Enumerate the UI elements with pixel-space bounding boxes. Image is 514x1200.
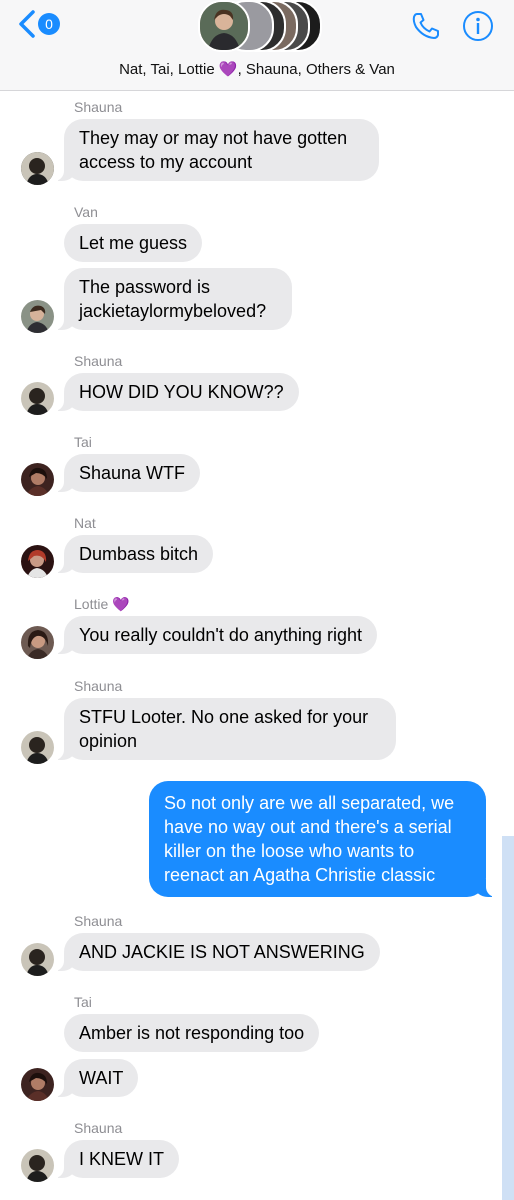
message-bubble[interactable]: Dumbass bitch <box>51 535 214 573</box>
avatar[interactable] <box>21 943 54 976</box>
message-bubble[interactable]: HOW DID YOU KNOW?? <box>52 373 299 411</box>
sender-name: Shauna <box>74 913 123 929</box>
group-name-members: Nat, Tai, Lottie <box>119 61 219 78</box>
group-avatar-stack[interactable] <box>198 0 322 52</box>
avatar[interactable] <box>21 626 54 659</box>
info-icon[interactable] <box>462 10 494 42</box>
sender-name: Shauna <box>74 678 123 694</box>
message-list[interactable]: Shauna They may or may not have gotten a… <box>0 91 514 1200</box>
avatar[interactable] <box>21 545 54 578</box>
message-bubble[interactable]: They may or may not have gotten access t… <box>52 119 379 181</box>
group-name[interactable]: Nat, Tai, Lottie 💜, Shauna, Others & Van <box>0 60 514 78</box>
message-bubble[interactable]: AND JACKIE IS NOT ANSWERING <box>52 933 380 971</box>
sender-name: Shauna <box>74 353 123 369</box>
purple-heart-emoji: 💜 <box>112 596 130 612</box>
group-name-rest: , Shauna, Others & Van <box>237 61 395 78</box>
conversation-header: 0 Nat, Tai, Lottie 💜, Shauna, Others & V… <box>0 0 514 91</box>
avatar[interactable] <box>21 382 54 415</box>
avatar[interactable] <box>21 1068 54 1101</box>
message-bubble[interactable]: Amber is not responding too <box>64 1014 320 1052</box>
unread-badge: 0 <box>38 13 60 35</box>
avatar[interactable] <box>21 1149 54 1182</box>
message-bubble[interactable]: The password is jackietaylormybeloved? <box>52 268 292 330</box>
chevron-left-icon <box>19 10 35 38</box>
avatar[interactable] <box>21 152 54 185</box>
sender-name: Tai <box>74 994 92 1010</box>
sender-name: Tai <box>74 434 92 450</box>
message-bubble[interactable]: You really couldn't do anything right <box>52 616 377 654</box>
avatar[interactable] <box>21 463 54 496</box>
sender-name: Van <box>74 204 98 220</box>
message-bubble[interactable]: WAIT <box>51 1059 139 1097</box>
message-bubble[interactable]: STFU Looter. No one asked for your opini… <box>52 698 396 760</box>
avatar <box>198 0 250 52</box>
avatar[interactable] <box>21 731 54 764</box>
outgoing-message-bubble[interactable]: So not only are we all separated, we hav… <box>149 781 498 897</box>
back-button[interactable]: 0 <box>18 8 60 40</box>
phone-icon[interactable] <box>410 10 442 42</box>
message-bubble[interactable]: I KNEW IT <box>52 1140 179 1178</box>
sender-name: Lottie 💜 <box>74 596 130 612</box>
scrollbar[interactable] <box>502 836 514 1200</box>
message-bubble[interactable]: Let me guess <box>64 224 203 262</box>
message-bubble[interactable]: Shauna WTF <box>51 454 201 492</box>
avatar[interactable] <box>21 300 54 333</box>
sender-name: Nat <box>74 515 96 531</box>
purple-heart-emoji: 💜 <box>218 61 238 78</box>
sender-name: Shauna <box>74 1120 123 1136</box>
sender-name: Shauna <box>74 99 123 115</box>
